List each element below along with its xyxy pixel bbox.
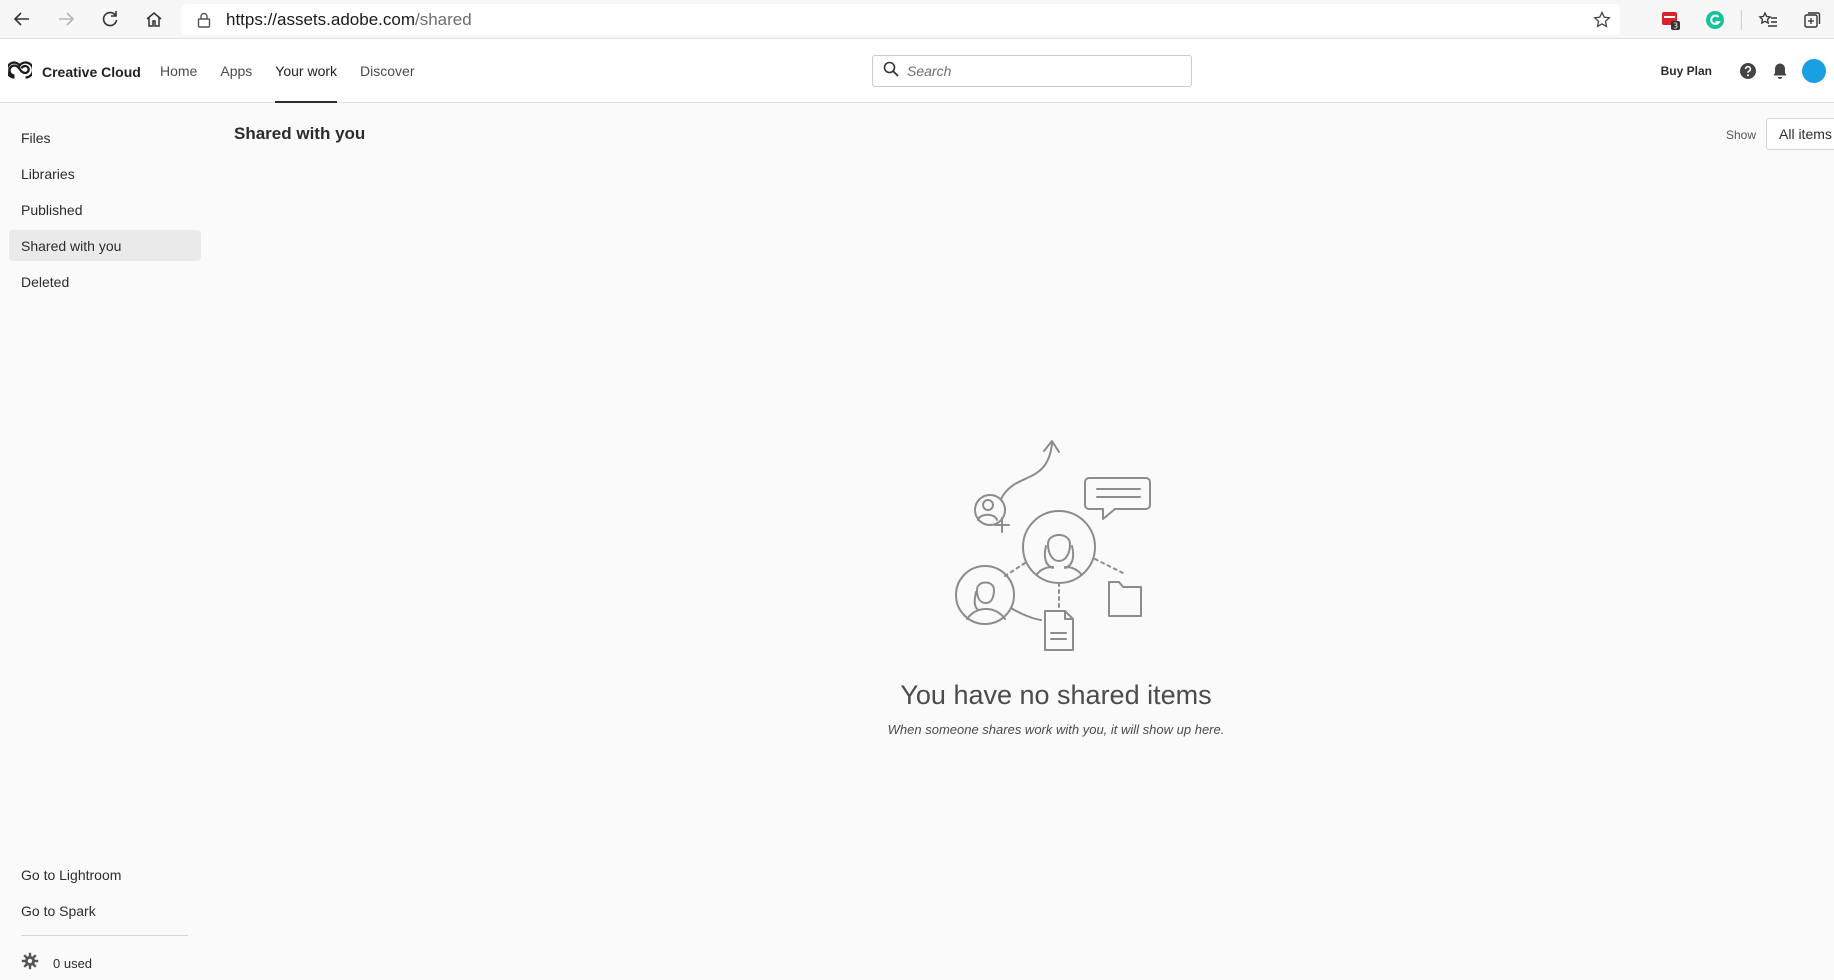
extension-red-icon[interactable]: 3	[1649, 0, 1693, 39]
home-icon	[146, 12, 162, 27]
sidebar-divider	[21, 935, 188, 936]
sidebar-item-shared-with-you[interactable]: Shared with you	[9, 230, 201, 261]
page-title: Shared with you	[234, 124, 366, 143]
notification-bell-icon[interactable]	[1764, 55, 1796, 87]
refresh-button[interactable]	[88, 0, 132, 39]
search-box	[872, 55, 1192, 87]
nav-home[interactable]: Home	[150, 39, 207, 103]
top-navigation: Home Apps Your work Discover	[150, 39, 428, 103]
extension-area: 3	[1649, 0, 1834, 39]
refresh-icon	[102, 11, 118, 27]
storage-used-label: 0 used	[53, 955, 93, 971]
empty-state-title: You have no shared items	[900, 680, 1212, 710]
sidebar-item-published[interactable]: Published	[9, 194, 201, 225]
go-to-spark-link[interactable]: Go to Spark	[9, 895, 201, 926]
nav-your-work[interactable]: Your work	[265, 39, 347, 103]
address-bar[interactable]: https://assets.adobe.com/shared	[182, 4, 1620, 35]
svg-text:3: 3	[1673, 21, 1678, 30]
arrow-left-icon	[13, 12, 29, 26]
sidebar: Files Libraries Published Shared with yo…	[0, 103, 210, 980]
go-to-lightroom-link[interactable]: Go to Lightroom	[9, 859, 201, 890]
sidebar-item-libraries[interactable]: Libraries	[9, 158, 201, 189]
toolbar-divider	[1741, 9, 1742, 30]
brand[interactable]: Creative Cloud	[5, 59, 141, 84]
shared-people-illustration-icon	[955, 440, 1151, 651]
back-button[interactable]	[0, 0, 44, 39]
nav-apps[interactable]: Apps	[210, 39, 262, 103]
sidebar-item-files[interactable]: Files	[9, 122, 201, 153]
lock-icon	[196, 11, 212, 29]
storage-info: 0 used	[21, 951, 92, 975]
nav-discover[interactable]: Discover	[350, 39, 424, 103]
buy-plan-link[interactable]: Buy Plan	[1661, 64, 1712, 78]
user-avatar[interactable]	[1802, 59, 1826, 83]
show-filter-dropdown[interactable]: All items	[1766, 118, 1834, 150]
url-host: https://assets.adobe.com	[226, 9, 415, 29]
star-icon[interactable]	[1592, 10, 1612, 35]
gear-icon[interactable]	[21, 952, 39, 975]
collections-icon[interactable]	[1790, 0, 1834, 39]
forward-button[interactable]	[44, 0, 88, 39]
help-icon[interactable]	[1732, 55, 1764, 87]
search-input[interactable]	[907, 63, 1177, 79]
empty-state-subtitle: When someone shares work with you, it wi…	[887, 722, 1225, 737]
app-header: Creative Cloud Home Apps Your work Disco…	[0, 39, 1834, 103]
sidebar-item-deleted[interactable]: Deleted	[9, 266, 201, 297]
url-path: /shared	[415, 9, 472, 29]
favorites-icon[interactable]	[1746, 0, 1790, 39]
show-label: Show	[1726, 128, 1757, 142]
search-icon	[883, 61, 899, 82]
arrow-right-icon	[59, 12, 75, 26]
header-actions: Buy Plan	[1661, 39, 1834, 103]
grammarly-icon[interactable]	[1693, 0, 1737, 39]
brand-name: Creative Cloud	[42, 63, 141, 80]
home-button[interactable]	[132, 0, 176, 39]
browser-toolbar: https://assets.adobe.com/shared 3	[0, 0, 1834, 39]
creative-cloud-logo-icon	[5, 59, 35, 84]
